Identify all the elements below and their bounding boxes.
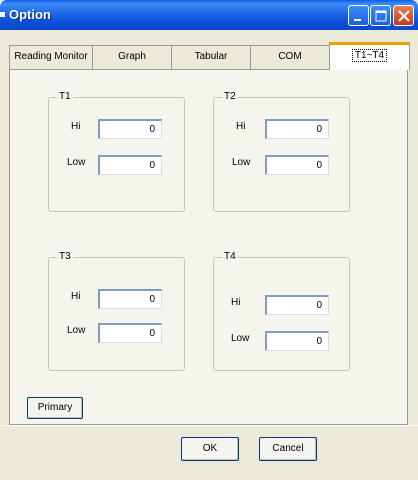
maximize-button[interactable] <box>370 5 391 26</box>
close-button[interactable] <box>393 5 414 26</box>
group-title: T1 <box>57 91 73 102</box>
group-title: T3 <box>57 251 73 262</box>
t2-low-input[interactable]: 0 <box>265 155 329 175</box>
hi-label: Hi <box>71 291 81 302</box>
low-label: Low <box>67 325 86 336</box>
tab-graph[interactable]: Graph <box>92 45 172 69</box>
cancel-button[interactable]: Cancel <box>259 437 317 461</box>
low-label: Low <box>232 157 251 168</box>
t2-hi-input[interactable]: 0 <box>265 119 329 139</box>
tab-t1-t4[interactable]: T1~T4 <box>329 42 410 70</box>
ok-button[interactable]: OK <box>181 437 239 461</box>
group-t4: T4 Hi 0 Low 0 <box>213 251 350 371</box>
maximize-icon <box>375 10 387 22</box>
app-icon <box>0 12 5 17</box>
tab-com[interactable]: COM <box>250 45 330 69</box>
t4-hi-input[interactable]: 0 <box>265 295 329 315</box>
tab-tabular[interactable]: Tabular <box>171 45 251 69</box>
divider <box>2 425 418 426</box>
minimize-button[interactable] <box>348 5 369 26</box>
tab-label: COM <box>278 51 302 62</box>
group-title: T2 <box>222 91 238 102</box>
minimize-icon <box>354 19 361 21</box>
tab-label: T1~T4 <box>351 49 388 62</box>
hi-label: Hi <box>236 121 246 132</box>
low-label: Low <box>231 333 250 344</box>
tab-label: Tabular <box>194 51 228 62</box>
tab-reading-monitor[interactable]: Reading Monitor <box>9 45 93 69</box>
tab-label: Reading Monitor <box>14 51 88 62</box>
hi-label: Hi <box>231 297 241 308</box>
t1-hi-input[interactable]: 0 <box>98 119 162 139</box>
tab-panel-t1-t4: T1 Hi 0 Low 0 T2 Hi 0 Low 0 T3 Hi 0 Low … <box>9 69 408 425</box>
tab-label: Graph <box>118 51 146 62</box>
window-title: Option <box>9 7 51 22</box>
t1-low-input[interactable]: 0 <box>98 155 162 175</box>
group-t3: T3 Hi 0 Low 0 <box>48 251 185 371</box>
close-icon <box>398 10 410 22</box>
group-title: T4 <box>222 251 238 262</box>
t4-low-input[interactable]: 0 <box>265 331 329 351</box>
group-t2: T2 Hi 0 Low 0 <box>213 91 350 212</box>
t3-hi-input[interactable]: 0 <box>98 289 162 309</box>
title-bar[interactable]: Option <box>0 0 418 30</box>
low-label: Low <box>67 157 86 168</box>
t3-low-input[interactable]: 0 <box>98 323 162 343</box>
hi-label: Hi <box>71 121 81 132</box>
primary-button[interactable]: Primary <box>27 397 83 419</box>
group-t1: T1 Hi 0 Low 0 <box>48 91 185 212</box>
